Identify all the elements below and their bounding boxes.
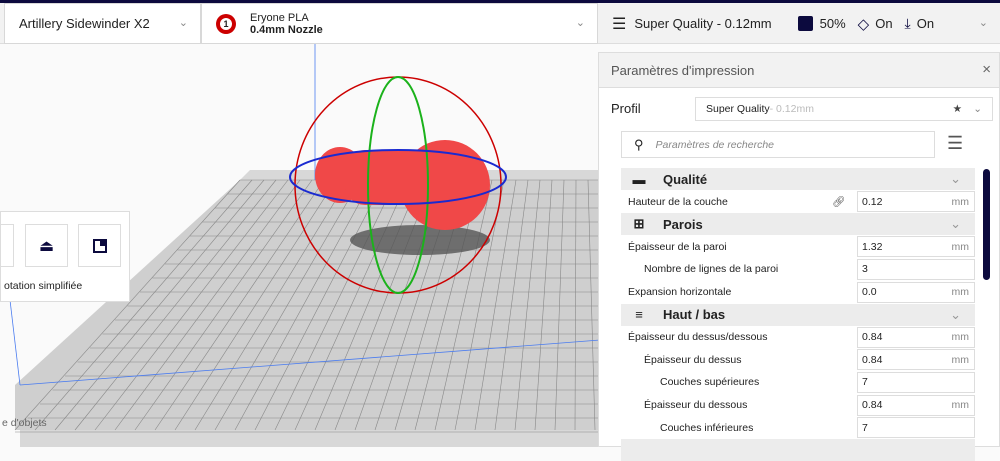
setting-row[interactable]: Épaisseur du dessous 0.84 mm [621,394,975,416]
settings-sliders-icon: ☰ [612,15,627,33]
rotation-option-label: otation simplifiée [4,280,83,292]
setting-row[interactable]: Nombre de lignes de la paroi 3 [621,258,975,280]
section-header-partial[interactable] [621,439,975,461]
setting-row[interactable]: Épaisseur de la paroi 1.32 mm [621,236,975,258]
section-label: Parois [663,216,703,232]
print-settings-panel: Paramètres d'impression × Profil Super Q… [598,52,1000,461]
setting-row[interactable]: Épaisseur du dessus/dessous 0.84 mm [621,326,975,348]
select-face-icon [92,238,107,253]
profile-label: Profil [611,101,641,116]
material-selector[interactable]: 1 Eryone PLA 0.4mm Nozzle ⌄ [201,3,598,44]
object-list-label: e d'objets [2,417,47,429]
setting-row[interactable]: Couches supérieures 7 [621,371,975,393]
link-icon[interactable]: 🔗︎ [832,195,845,208]
setting-input[interactable]: 7 [857,371,975,393]
setting-value: 0.84 [862,353,883,366]
scrollbar[interactable] [983,169,990,280]
print-setup-selector[interactable]: ☰ Super Quality - 0.12mm 50% ◇ On ⤓ On ⌄ [600,3,1000,44]
material-name: Eryone PLA [250,11,309,24]
infill-value: 50% [819,16,846,31]
support-icon: ◇ [857,15,870,33]
setting-input[interactable]: 0.0 mm [857,281,975,303]
chevron-down-icon: ⌄ [950,171,961,186]
adhesion-icon: ⤓ [904,15,911,31]
chevron-down-icon: ⌄ [950,216,961,232]
setting-unit: mm [951,399,970,411]
setting-unit: mm [951,286,970,298]
setting-row[interactable]: Épaisseur du dessus 0.84 mm [621,349,975,371]
setting-label: Épaisseur de la paroi [628,240,727,253]
section-header[interactable]: ▬ Qualité ⌄ [621,168,975,190]
search-placeholder: Paramètres de recherche [655,138,775,151]
setting-row[interactable]: Hauteur de la couche 🔗︎ 0.12 mm [621,191,975,213]
machine-selector[interactable]: Artillery Sidewinder X2 ⌄ [4,3,201,44]
setting-unit: mm [951,195,970,208]
setting-value: 7 [862,376,868,389]
chevron-down-icon: ⌄ [973,103,982,115]
nozzle-size: 0.4mm Nozzle [250,23,323,36]
extruder-icon: 1 [216,13,236,34]
chevron-down-icon: ⌄ [575,17,585,29]
select-face-button[interactable] [78,224,121,267]
settings-menu-icon[interactable]: ☰ [947,133,963,154]
profile-layer-height: - 0.12mm [769,103,814,115]
section-label: Qualité [663,171,708,187]
section-header[interactable]: ≡ Haut / bas ⌄ [621,303,975,326]
profile-name: Super Quality [706,103,770,115]
chevron-down-icon: ⌄ [178,17,188,29]
setting-value: 1.32 [862,240,883,253]
search-input[interactable]: ⚲ Paramètres de recherche [621,131,935,158]
setting-input[interactable]: 3 [857,258,975,280]
setting-label: Épaisseur du dessus/dessous [628,331,768,344]
setting-label: Hauteur de la couche [628,195,728,208]
close-icon[interactable]: × [982,61,991,78]
setting-label: Couches supérieures [660,376,760,389]
setting-label: Couches inférieures [660,421,754,434]
setting-input[interactable]: 0.84 mm [857,349,975,371]
chevron-down-icon: ⌄ [978,17,988,29]
section-icon: ≡ [635,307,643,323]
star-icon[interactable]: ★ [953,103,962,115]
setting-label: Expansion horizontale [628,286,732,298]
setting-row[interactable]: Expansion horizontale 0.0 mm [621,281,975,303]
section-icon: ▬ [632,171,646,187]
tool-button[interactable] [0,224,14,267]
setting-input[interactable]: 1.32 mm [857,236,975,258]
setting-label: Épaisseur du dessous [644,399,748,411]
setting-value: 0.12 [862,195,883,208]
setting-value: 7 [862,421,868,434]
setting-input[interactable]: 0.84 mm [857,394,975,416]
section-label: Haut / bas [663,307,726,323]
infill-icon [797,16,813,31]
setting-value: 3 [862,263,868,276]
chevron-down-icon: ⌄ [950,306,961,322]
setting-label: Épaisseur du dessus [644,353,742,366]
section-header[interactable]: ⊞ Parois ⌄ [621,213,975,236]
setting-label: Nombre de lignes de la paroi [644,263,779,276]
search-icon: ⚲ [634,136,644,152]
setting-value: 0.84 [862,399,883,411]
adhesion-value: On [916,16,935,31]
lay-flat-button[interactable]: ⏏ [25,224,68,267]
profile-dropdown[interactable]: Super Quality - 0.12mm ★ ⌄ [695,97,993,121]
support-value: On [875,16,893,31]
setting-input[interactable]: 0.12 mm [857,191,975,213]
setting-unit: mm [951,240,970,253]
setting-input[interactable]: 7 [857,417,975,439]
setting-input[interactable]: 0.84 mm [857,326,975,348]
section-icon: ⊞ [633,216,645,232]
setting-row[interactable]: Couches inférieures 7 [621,417,975,439]
lay-flat-icon: ⏏ [38,237,55,255]
tool-panel: ⏏ otation simplifiée [0,211,130,302]
profile-summary: Super Quality - 0.12mm [634,16,772,31]
setting-value: 0.84 [862,331,883,344]
setting-unit: mm [951,353,970,366]
machine-name: Artillery Sidewinder X2 [19,16,150,31]
setting-unit: mm [951,331,970,344]
setting-value: 0.0 [862,286,877,298]
panel-title: Paramètres d'impression [611,62,755,78]
